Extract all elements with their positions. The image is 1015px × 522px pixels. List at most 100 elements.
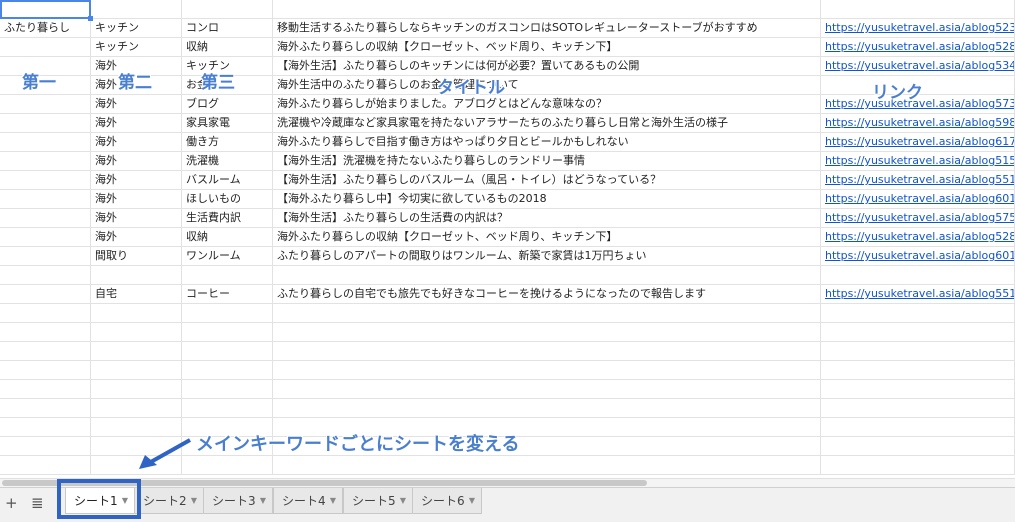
cell-title[interactable]: 海外生活中のふたり暮らしのお金の管理について [273,76,821,94]
cell-link[interactable] [821,361,1015,379]
chevron-down-icon[interactable]: ▼ [330,488,336,514]
cell-link[interactable] [821,399,1015,417]
cell-title[interactable] [273,266,821,284]
cell-title[interactable]: 海外ふたり暮らしの収納【クローゼット、ベッド周り、キッチン下】 [273,38,821,56]
cell-title[interactable]: 【海外生活】洗濯機を持たないふたり暮らしのランドリー事情 [273,152,821,170]
cell-main[interactable] [0,285,91,303]
cell-main[interactable]: ふたり暮らし [0,19,91,37]
cell-sub1[interactable] [91,342,182,360]
sheet-tab-3[interactable]: シート3 ▼ [203,488,273,514]
cell-sub2[interactable]: 洗濯機 [182,152,273,170]
cell-link[interactable]: https://yusuketravel.asia/ablog5516/ [821,285,1015,303]
cell-sub1[interactable] [91,361,182,379]
cell-main[interactable] [0,95,91,113]
cell-sub1[interactable] [91,323,182,341]
cell-main[interactable] [0,323,91,341]
cell-sub1[interactable]: 海外 [91,190,182,208]
spreadsheet-grid[interactable]: ふたり暮らし キッチン コンロ 移動生活するふたり暮らしならキッチンのガスコンロはSO… [0,0,1015,478]
cell-title[interactable] [273,456,821,474]
plus-icon[interactable]: + [5,494,18,512]
cell-title[interactable]: 海外ふたり暮らしが始まりました。アブログとはどんな意味なの？ [273,95,821,113]
cell-main[interactable] [0,152,91,170]
cell-sub2[interactable] [182,399,273,417]
cell-sub2[interactable]: ブログ [182,95,273,113]
cell-link[interactable]: https://yusuketravel.asia/ablog5340 [821,57,1015,75]
cell-title[interactable] [273,304,821,322]
cell-sub2[interactable]: 働き方 [182,133,273,151]
cell-title[interactable]: 【海外生活】ふたり暮らしのバスルーム（風呂・トイレ）はどうなっている？ [273,171,821,189]
cell-link[interactable]: https://yusuketravel.asia/ablog5280/ [821,228,1015,246]
sheet-tab-4[interactable]: シート4 ▼ [273,488,343,514]
cell-sub1[interactable]: 間取り [91,247,182,265]
cell-title[interactable]: 【海外生活】ふたり暮らしのキッチンには何が必要？置いてあるもの公開 [273,57,821,75]
cell-link[interactable] [821,304,1015,322]
cell-sub2[interactable]: 家具家電 [182,114,273,132]
cell-main[interactable] [0,399,91,417]
cell-link[interactable]: https://yusuketravel.asia/ablog6174/ [821,133,1015,151]
cell-sub1[interactable]: キッチン [91,19,182,37]
cell-sub2[interactable] [182,380,273,398]
cell-sub1[interactable] [91,418,182,436]
cell-main[interactable] [0,342,91,360]
cell-sub1[interactable]: 海外 [91,228,182,246]
cell-title[interactable]: 洗濯機や冷蔵庫など家具家電を持たないアラサーたちのふたり暮らし日常と海外生活の様… [273,114,821,132]
fill-handle[interactable] [88,16,93,21]
cell-link[interactable] [821,418,1015,436]
cell-sub1[interactable]: キッチン [91,38,182,56]
cell-sub2[interactable]: ワンルーム [182,247,273,265]
cell-main[interactable] [0,304,91,322]
cell-main[interactable] [0,114,91,132]
cell-sub2[interactable]: コンロ [182,19,273,37]
cell-sub1[interactable]: 海外 [91,95,182,113]
cell-main[interactable] [0,209,91,227]
cell-sub1[interactable] [91,304,182,322]
sheet-tab-2[interactable]: シート2 ▼ [134,488,204,514]
cell-main[interactable] [0,437,91,455]
cell-link[interactable]: https://yusuketravel.asia/ablog6018/ [821,190,1015,208]
cell-main[interactable] [0,38,91,56]
cell-main[interactable] [0,247,91,265]
cell-link[interactable] [821,456,1015,474]
cell-link[interactable] [821,437,1015,455]
cell-sub2[interactable] [182,456,273,474]
cell-link[interactable]: https://yusuketravel.asia/ablog5232 [821,19,1015,37]
chevron-down-icon[interactable]: ▼ [260,488,266,514]
cell-sub2[interactable]: 収納 [182,228,273,246]
cell-link[interactable] [821,323,1015,341]
cell-title[interactable] [273,342,821,360]
cell-title[interactable]: 【海外生活】ふたり暮らしの生活費の内訳は？ [273,209,821,227]
cell-link[interactable] [821,0,1015,18]
cell-sub1[interactable] [91,399,182,417]
cell-title[interactable] [273,323,821,341]
cell-title[interactable] [273,380,821,398]
cell-link[interactable]: https://yusuketravel.asia/ablog5514/ [821,171,1015,189]
cell-title[interactable] [273,361,821,379]
cell-sub2[interactable]: コーヒー [182,285,273,303]
chevron-down-icon[interactable]: ▼ [191,488,197,514]
chevron-down-icon[interactable]: ▼ [469,488,475,514]
cell-title[interactable] [273,0,821,18]
chevron-down-icon[interactable]: ▼ [400,488,406,514]
cell-sub2[interactable]: 生活費内訳 [182,209,273,227]
cell-sub1[interactable] [91,0,182,18]
cell-sub1[interactable]: 海外 [91,209,182,227]
cell-sub1[interactable]: 海外 [91,133,182,151]
cell-main[interactable] [0,171,91,189]
cell-sub1[interactable] [91,380,182,398]
cell-sub2[interactable] [182,361,273,379]
cell-sub1[interactable]: 海外 [91,152,182,170]
cell-main[interactable] [0,190,91,208]
cell-title[interactable]: 移動生活するふたり暮らしならキッチンのガスコンロはSOTOレギュレーターストーブ… [273,19,821,37]
cell-link[interactable] [821,380,1015,398]
cell-sub2[interactable] [182,266,273,284]
cell-title[interactable]: 【海外ふたり暮らし中】今切実に欲しているもの2018 [273,190,821,208]
cell-sub1[interactable]: 海外 [91,171,182,189]
cell-sub2[interactable] [182,342,273,360]
cell-sub2[interactable] [182,0,273,18]
sheet-list-icon[interactable]: ≣ [31,494,44,512]
cell-sub2[interactable] [182,304,273,322]
cell-sub2[interactable]: ほしいもの [182,190,273,208]
cell-main[interactable] [0,418,91,436]
cell-sub1[interactable]: 自宅 [91,285,182,303]
cell-link[interactable] [821,342,1015,360]
